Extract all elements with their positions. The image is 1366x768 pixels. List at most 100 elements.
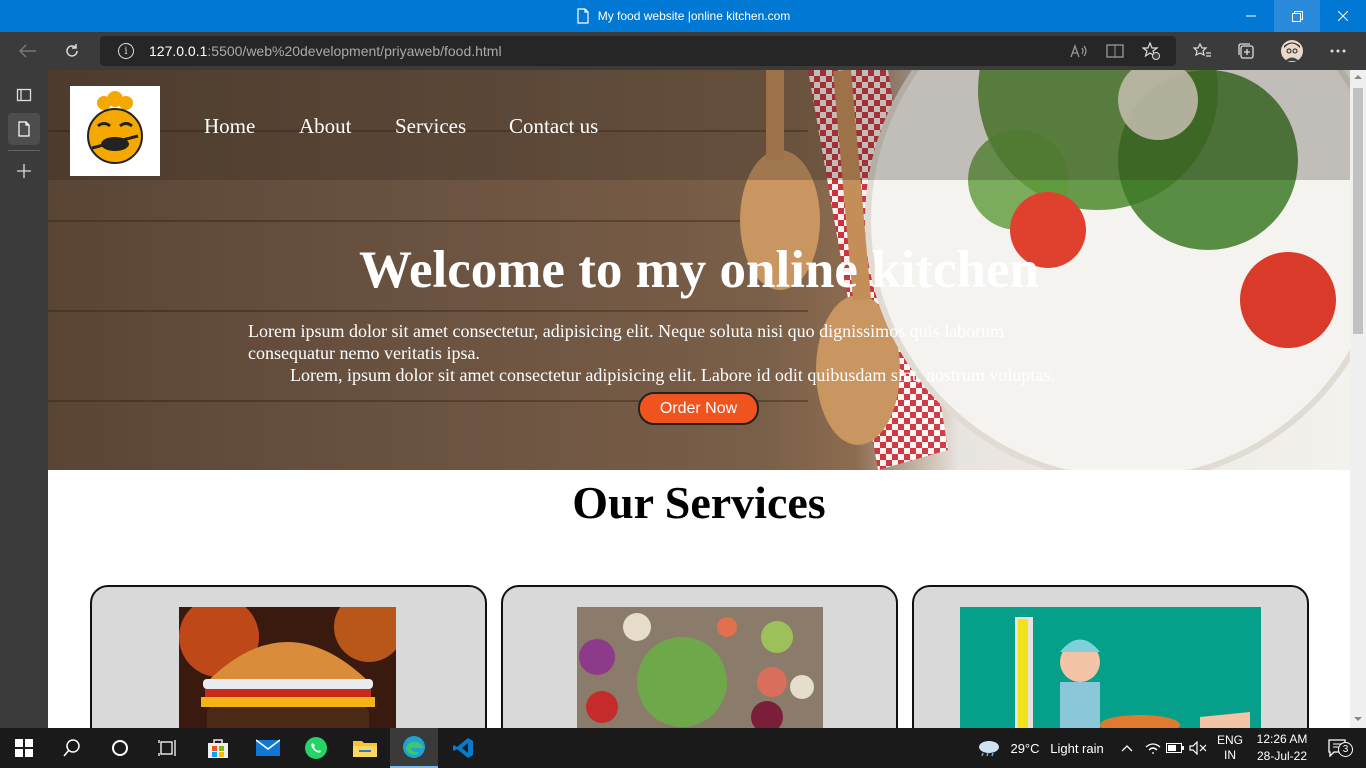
cortana-button[interactable] [96,728,144,768]
services-heading: Our Services [572,477,826,528]
language-text: ENG [1216,733,1243,747]
salad-table-image [577,607,823,728]
nav-services-link[interactable]: Services [395,114,466,139]
window-title: My food website |online kitchen.com [597,9,791,23]
cortana-icon [112,740,128,756]
immersive-reader-button[interactable] [1097,32,1133,70]
back-arrow-icon [19,44,36,58]
site-logo[interactable] [70,86,160,176]
favorites-button[interactable] [1184,32,1220,70]
scroll-up-icon[interactable] [1354,74,1362,80]
store-icon [208,739,228,758]
action-center-button[interactable]: 3 [1318,728,1358,768]
page-icon [577,8,589,24]
scrollbar-thumb[interactable] [1353,88,1363,334]
edge-app[interactable] [390,728,438,768]
browser-toolbar: i 127.0.0.1:5500/web%20development/priya… [0,32,1366,70]
search-button[interactable] [48,728,96,768]
page-scrollbar[interactable] [1350,70,1366,728]
weather-condition[interactable]: Light rain [1046,728,1108,768]
chef-logo-icon [87,91,143,164]
delivery-illustration-image [960,607,1261,728]
read-aloud-button[interactable] [1061,32,1097,70]
clock[interactable]: 12:26 AM 28-Jul-22 [1250,728,1314,768]
network-button[interactable] [1142,728,1164,768]
nav-home-link[interactable]: Home [204,114,255,139]
hero-text-line-2: consequatur nemo veritatis ipsa. [248,343,480,363]
back-button[interactable] [10,32,46,70]
windows-logo-icon [15,739,33,757]
order-now-button[interactable]: Order Now [638,392,759,425]
url-path: :5500/web%20development/priyaweb/food.ht… [207,43,502,59]
close-button[interactable] [1320,0,1366,32]
service-card-salad[interactable] [501,585,898,728]
whatsapp-icon [305,737,327,759]
collections-button[interactable] [1228,32,1264,70]
avatar [1281,40,1303,62]
rain-cloud-icon [979,741,999,757]
battery-icon [1166,743,1184,753]
immersive-reader-icon [1106,44,1124,58]
region-text: IN [1224,748,1236,762]
info-icon[interactable]: i [118,43,134,59]
chevron-up-icon [1121,745,1133,752]
volume-button[interactable] [1187,728,1209,768]
whatsapp-app[interactable] [293,728,339,768]
collections-icon [1238,43,1254,59]
tab-actions-icon [16,88,32,102]
settings-menu-button[interactable] [1320,32,1356,70]
hero-text-line-1: Lorem ipsum dolor sit amet consectetur, … [248,321,1005,341]
site-navbar: Home About Services Contact us [48,70,1350,180]
web-page: Home About Services Contact us Welcome t… [48,70,1350,728]
minimize-icon [1246,15,1256,17]
notification-badge: 3 [1338,742,1353,757]
file-explorer-app[interactable] [342,728,388,768]
plus-icon [17,164,31,178]
tab-actions-button[interactable] [8,79,40,111]
show-hidden-icons-button[interactable] [1116,728,1138,768]
scroll-down-icon[interactable] [1354,716,1362,722]
refresh-button[interactable] [54,32,90,70]
add-favorite-button[interactable] [1133,32,1169,70]
weather-temp-text: 29°C [1010,740,1040,756]
tab-food-page[interactable] [8,113,40,145]
service-card-delivery[interactable] [912,585,1309,728]
burger-image [179,607,396,728]
wifi-icon [1145,743,1161,754]
address-bar[interactable]: i 127.0.0.1:5500/web%20development/priya… [100,36,1176,66]
vertical-tabs-sidebar [0,70,48,728]
restore-button[interactable] [1274,0,1320,32]
vscode-app[interactable] [440,728,486,768]
service-card-burger[interactable] [90,585,487,728]
weather-temp[interactable]: 29°C [1008,728,1042,768]
minimize-button[interactable] [1228,0,1274,32]
mail-app[interactable] [245,728,291,768]
read-aloud-icon [1070,44,1087,58]
task-view-button[interactable] [144,728,192,768]
favorites-icon [1193,43,1211,57]
clock-date: 28-Jul-22 [1256,749,1308,763]
window-title-area: My food website |online kitchen.com [0,0,1366,32]
profile-button[interactable] [1274,32,1310,70]
hero-section: Home About Services Contact us Welcome t… [48,70,1350,470]
weather-widget-icon-wrap[interactable] [976,728,1002,768]
hero-title: Welcome to my online kitchen [358,241,1040,299]
battery-button[interactable] [1164,728,1186,768]
window-titlebar: My food website |online kitchen.com [0,0,1366,32]
task-view-icon [158,740,176,756]
windows-taskbar: 29°C Light rain ENG IN 12:26 AM 28-Jul-2… [0,728,1366,768]
start-button[interactable] [0,728,48,768]
weather-condition-text: Light rain [1050,740,1104,756]
edge-icon [403,736,425,758]
nav-about-link[interactable]: About [299,114,352,139]
store-app[interactable] [195,728,241,768]
search-icon [63,739,80,757]
language-indicator[interactable]: ENG IN [1214,728,1246,768]
hero-text-line-3: Lorem, ipsum dolor sit amet consectetur … [290,365,1055,385]
refresh-icon [66,44,78,57]
page-icon [18,121,30,137]
vscode-icon [453,738,473,758]
nav-contact-link[interactable]: Contact us [509,114,598,139]
new-tab-button[interactable] [8,155,40,187]
sidebar-divider [8,150,40,151]
